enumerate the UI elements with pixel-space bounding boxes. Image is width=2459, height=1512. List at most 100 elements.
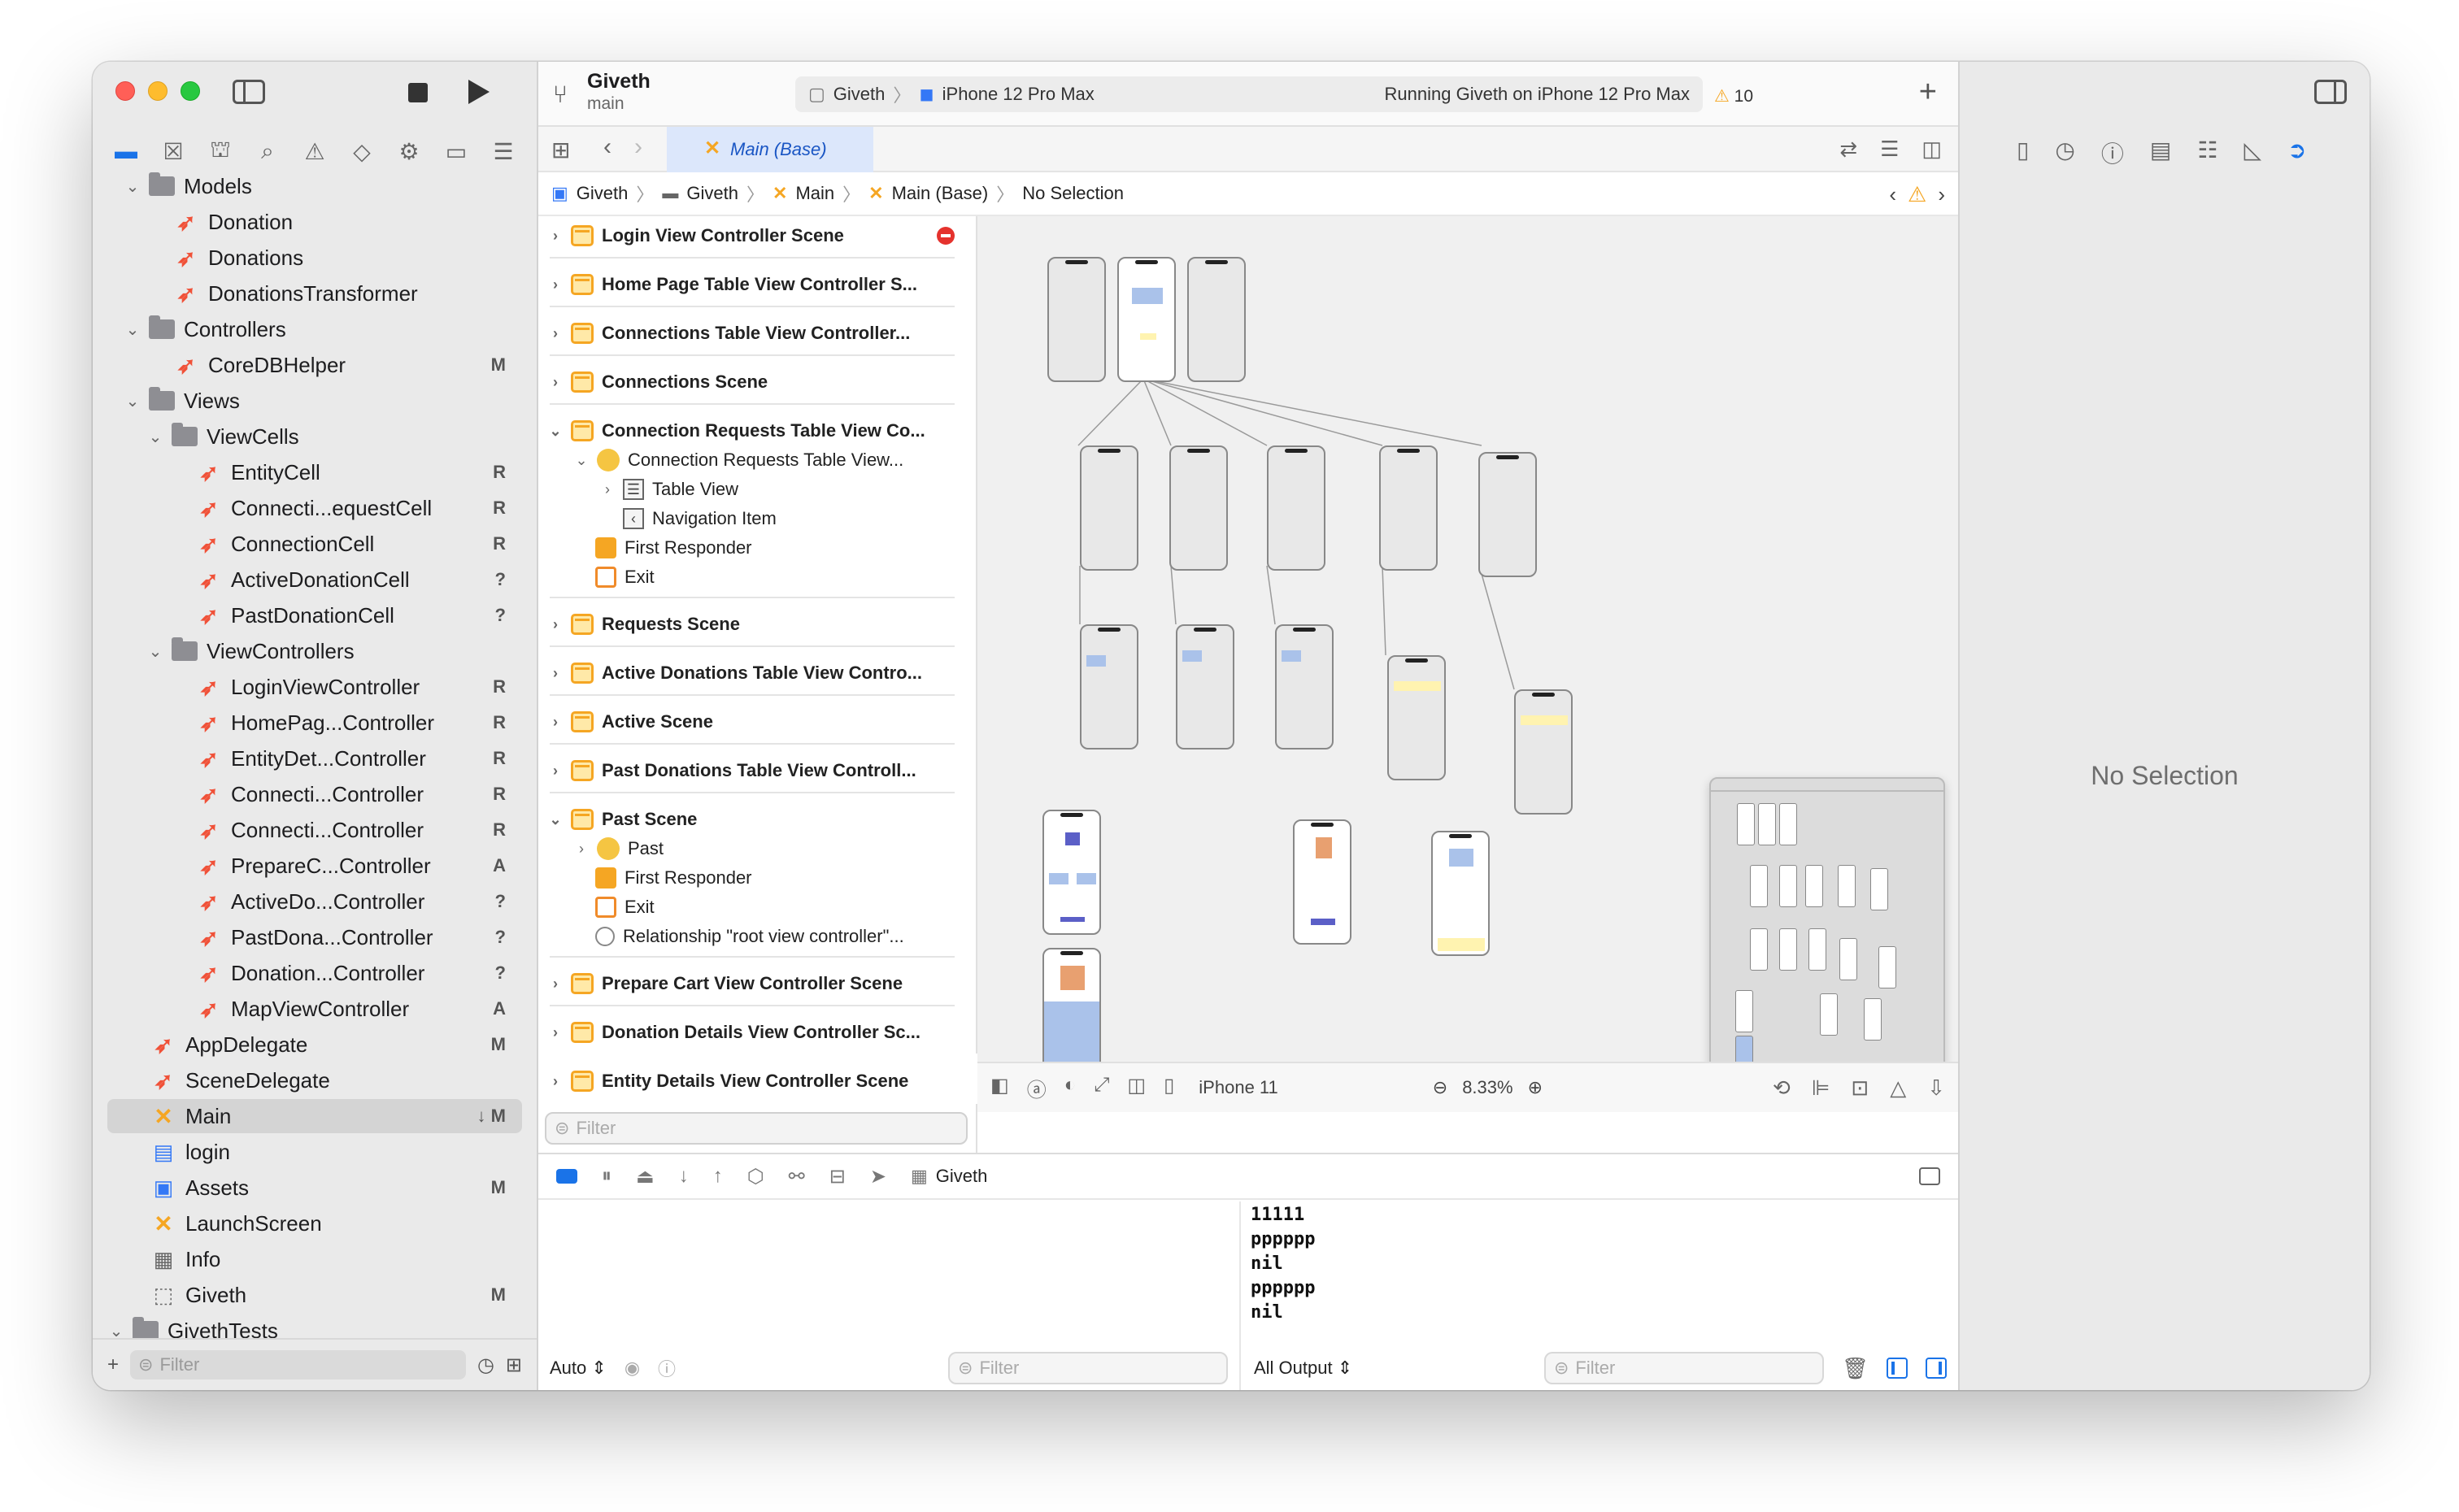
environment-overrides-icon[interactable]: ⊟: [829, 1165, 846, 1188]
quick-help-icon[interactable]: ⓘ: [2101, 137, 2124, 169]
memory-graph-icon[interactable]: ⚯: [789, 1165, 805, 1188]
swap-icon[interactable]: ⇄: [1839, 137, 1857, 162]
tree-row-connectionscontroller[interactable]: ➶ Connecti...Controller R: [107, 777, 522, 811]
breakpoint-navigator-tab[interactable]: ▭: [439, 135, 473, 167]
find-navigator-tab[interactable]: ⌕: [250, 135, 285, 167]
report-navigator-tab[interactable]: ☰: [486, 135, 520, 167]
tree-row-assets[interactable]: ▣ Assets M: [107, 1171, 522, 1205]
tree-row-giveth-model[interactable]: ⬚ Giveth M: [107, 1278, 522, 1312]
scene-tabbar[interactable]: [1187, 257, 1246, 382]
chevron-right-icon[interactable]: ›: [546, 374, 564, 391]
navigator-filter-field[interactable]: ⊜ Filter: [130, 1350, 466, 1379]
file-inspector-icon[interactable]: ▯: [2017, 137, 2029, 169]
error-icon[interactable]: [937, 227, 955, 245]
chevron-right-icon[interactable]: ›: [598, 481, 616, 498]
chevron-down-icon[interactable]: ⌄: [124, 176, 141, 197]
chevron-right-icon[interactable]: ›: [546, 1024, 564, 1041]
outline-row-table-view[interactable]: › ☰ Table View: [538, 475, 976, 504]
tree-row-entitydetailscontroller[interactable]: ➶ EntityDet...Controller R: [107, 741, 522, 776]
breadcrumb-group[interactable]: Giveth: [686, 183, 738, 204]
related-items-icon[interactable]: ⊞: [551, 137, 570, 163]
scene-connections-table[interactable]: [1080, 624, 1138, 749]
outline-row-donation-details-scene[interactable]: › Donation Details View Controller Sc...: [538, 1018, 976, 1047]
outline-row-connection-requests-vc[interactable]: ⌄ Connection Requests Table View...: [538, 445, 976, 475]
tree-row-pastdonationscontroller[interactable]: ➶ PastDona...Controller?: [107, 920, 522, 954]
view-hierarchy-icon[interactable]: ⬡: [747, 1165, 764, 1188]
outline-filter-field[interactable]: ⊜ Filter: [545, 1112, 968, 1145]
outline-row-past-scene[interactable]: ⌄ Past Scene: [538, 805, 976, 834]
align-icon[interactable]: ⊫: [1812, 1075, 1830, 1101]
storyboard-canvas[interactable]: ◧ ⓐ ◐ ⤢ ◫ ▯ iPhone 11 ⊖ 8.33% ⊕ ⟲ ⊫ ⊡ △ …: [977, 216, 1958, 1112]
tree-row-main-storyboard[interactable]: ✕ Main ↓ M: [107, 1099, 522, 1133]
outline-toggle-icon[interactable]: ◧: [990, 1074, 1009, 1102]
tree-row-viewcontrollers[interactable]: ⌄ ViewControllers: [107, 634, 522, 668]
scene-entity-details[interactable]: [1042, 948, 1101, 1073]
tree-row-models[interactable]: ⌄ Models: [107, 169, 522, 203]
output-selector[interactable]: All Output ⇕: [1254, 1358, 1352, 1379]
appearance-icon[interactable]: ◐: [1064, 1074, 1077, 1102]
scene-map[interactable]: [1478, 452, 1537, 577]
outline-row-navigation-item[interactable]: ‹ Navigation Item: [538, 504, 976, 533]
outline-row-login-scene[interactable]: › Login View Controller Scene: [538, 221, 976, 250]
chevron-down-icon[interactable]: ⌄: [146, 427, 164, 447]
previous-issue-icon[interactable]: ‹: [1889, 182, 1896, 207]
console-filter-field[interactable]: ⊜ Filter: [1543, 1352, 1824, 1384]
scheme-selector[interactable]: ▢ Giveth 〉 ◼ iPhone 12 Pro Max: [808, 81, 1095, 107]
scene-home[interactable]: [1117, 257, 1176, 382]
debug-navigator-tab[interactable]: ⚙: [392, 135, 426, 167]
canvas-minimap[interactable]: [1709, 777, 1945, 1107]
chevron-right-icon[interactable]: ›: [546, 325, 564, 342]
outline-row-past-vc[interactable]: › Past: [538, 834, 976, 863]
resolve-issues-icon[interactable]: △: [1890, 1075, 1906, 1101]
outline-row-active-scene[interactable]: › Active Scene: [538, 707, 976, 736]
quick-look-icon[interactable]: ◉: [625, 1358, 640, 1379]
outline-row-first-responder[interactable]: First Responder: [538, 863, 976, 893]
outline-row-prepare-cart-scene[interactable]: › Prepare Cart View Controller Scene: [538, 969, 976, 998]
scene-active-table[interactable]: [1275, 624, 1334, 749]
tree-row-connection-request-cell[interactable]: ➶ Connecti...equestCell R: [107, 491, 522, 525]
chevron-down-icon[interactable]: ⌄: [546, 811, 564, 828]
chevron-right-icon[interactable]: ›: [546, 714, 564, 731]
stop-button[interactable]: [408, 83, 428, 102]
chevron-down-icon[interactable]: ⌄: [107, 1321, 125, 1339]
tree-row-entitycell[interactable]: ➶ EntityCell R: [107, 455, 522, 489]
chevron-right-icon[interactable]: ›: [546, 975, 564, 993]
back-arrow-icon[interactable]: ‹: [603, 133, 611, 161]
breadcrumb-localization[interactable]: Main (Base): [892, 183, 989, 204]
run-button[interactable]: [468, 80, 490, 104]
issue-navigator-tab[interactable]: ⚠: [298, 135, 332, 167]
tree-row-coredbhelper[interactable]: ➶ CoreDBHelper M: [107, 348, 522, 382]
tree-row-donations-transformer[interactable]: ➶ DonationsTransformer: [107, 276, 522, 311]
warnings-indicator[interactable]: ⚠ 10: [1714, 86, 1753, 106]
scene-connections[interactable]: [1080, 445, 1138, 571]
tab-main-storyboard[interactable]: ✕ Main (Base): [667, 127, 873, 172]
test-navigator-tab[interactable]: ◇: [345, 135, 379, 167]
library-add-button[interactable]: +: [1919, 75, 1937, 110]
chevron-right-icon[interactable]: ›: [546, 763, 564, 780]
split-editor-icon[interactable]: ◫: [1922, 137, 1942, 162]
hide-inspector-button[interactable]: [2314, 80, 2347, 104]
minimize-window-button[interactable]: [148, 81, 168, 101]
tree-row-donations[interactable]: ➶ Donations: [107, 241, 522, 275]
history-inspector-icon[interactable]: ◷: [2055, 137, 2074, 169]
zoom-level[interactable]: 8.33%: [1462, 1077, 1512, 1098]
breadcrumb-project[interactable]: Giveth: [577, 183, 629, 204]
scene-donation-details[interactable]: [1293, 819, 1351, 945]
outline-row-connection-requests-scene[interactable]: ⌄ Connection Requests Table View Co...: [538, 416, 976, 445]
scene-login[interactable]: [1047, 257, 1106, 382]
breadcrumb-file[interactable]: Main: [795, 183, 834, 204]
add-file-icon[interactable]: +: [107, 1353, 119, 1376]
variables-scope-selector[interactable]: Auto ⇕: [550, 1358, 607, 1379]
tree-row-pastdonationcell[interactable]: ➶ PastDonationCell?: [107, 598, 522, 632]
tree-row-launchscreen[interactable]: ✕ LaunchScreen: [107, 1206, 522, 1240]
outline-row-exit[interactable]: Exit: [538, 563, 976, 592]
chevron-right-icon[interactable]: ›: [546, 665, 564, 682]
tree-row-login-xib[interactable]: ▤ login: [107, 1135, 522, 1169]
chevron-down-icon[interactable]: ⌄: [546, 423, 564, 440]
trash-icon[interactable]: 🗑: [1842, 1356, 1869, 1381]
add-constraints-icon[interactable]: ⊡: [1851, 1075, 1869, 1101]
device-configuration[interactable]: iPhone 11: [1199, 1077, 1277, 1098]
hide-navigator-button[interactable]: [233, 80, 265, 104]
zoom-out-icon[interactable]: ⊖: [1433, 1077, 1447, 1098]
chevron-right-icon[interactable]: ›: [546, 616, 564, 633]
